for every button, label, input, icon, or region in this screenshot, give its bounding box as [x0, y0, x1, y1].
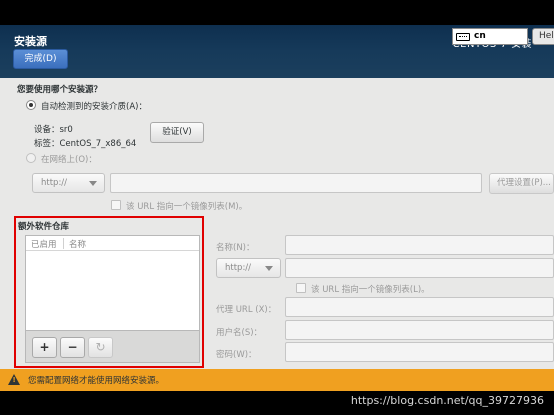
repo-toolbar: + − ↻ — [25, 331, 200, 363]
password-input[interactable] — [285, 342, 554, 362]
reset-repo-button[interactable]: ↻ — [88, 337, 113, 358]
proxy-url-input[interactable] — [285, 297, 554, 317]
username-input[interactable] — [285, 320, 554, 340]
remove-repo-button[interactable]: − — [60, 337, 85, 358]
warning-icon — [8, 374, 20, 385]
url-input[interactable] — [110, 173, 482, 193]
protocol-value: http:// — [41, 178, 68, 188]
repo-name-label: 名称(N)： — [216, 243, 255, 253]
repos-heading: 额外软件仓库 — [18, 222, 70, 232]
keyboard-icon — [456, 33, 470, 41]
chevron-down-icon — [265, 266, 273, 271]
watermark-text: https://blog.csdn.net/qq_39727936 — [350, 394, 544, 407]
keyboard-layout-label: cn — [474, 31, 486, 41]
top-black-strip — [0, 0, 554, 25]
repo-protocol-combo[interactable]: http:// — [216, 258, 281, 278]
col-name[interactable]: 名称 — [69, 238, 86, 250]
chevron-down-icon — [89, 181, 97, 186]
network-label: 在网络上(O)： — [41, 155, 97, 165]
warning-message: 您需配置网络才能使用网络安装源。 — [28, 376, 165, 386]
source-question: 您要使用哪个安装源？ — [17, 85, 103, 95]
proxy-settings-button[interactable]: 代理设置(P)... — [489, 173, 554, 194]
column-divider — [63, 238, 64, 249]
device-label: 设备：sr0 — [34, 125, 73, 135]
username-label: 用户名(S)： — [216, 328, 263, 338]
verify-button[interactable]: 验证(V) — [150, 122, 204, 143]
repo-list-header: 已启用 名称 — [26, 236, 199, 251]
auto-detect-radio[interactable] — [26, 100, 36, 110]
mirrorlist-label: 该 URL 指向一个镜像列表(M)。 — [126, 202, 248, 212]
auto-detect-label: 自动检测到的安装介质(A)： — [41, 102, 147, 112]
protocol-combo[interactable]: http:// — [32, 173, 105, 193]
add-repo-button[interactable]: + — [32, 337, 57, 358]
repo-name-input[interactable] — [285, 235, 554, 255]
page-title: 安装源 — [14, 35, 47, 48]
warning-bar[interactable]: 您需配置网络才能使用网络安装源。 — [0, 369, 554, 391]
done-button[interactable]: 完成(D) — [13, 49, 68, 69]
col-enabled[interactable]: 已启用 — [31, 238, 57, 250]
network-radio[interactable] — [26, 153, 36, 163]
help-button[interactable]: Hel — [532, 28, 554, 45]
installer-window: 安装源 完成(D) CENTOS 7 安装 cn Hel 您要使用哪个安装源？ … — [0, 0, 554, 415]
repo-mirrorlist-checkbox[interactable] — [296, 283, 306, 293]
mirrorlist-checkbox[interactable] — [111, 200, 121, 210]
repo-mirrorlist-label: 该 URL 指向一个镜像列表(L)。 — [311, 285, 430, 295]
proxy-url-label: 代理 URL (X)： — [216, 305, 277, 315]
repo-url-input[interactable] — [285, 258, 554, 278]
keyboard-layout-indicator[interactable]: cn — [452, 28, 528, 45]
tag-label: 标签：CentOS_7_x86_64 — [34, 139, 137, 149]
repo-list[interactable]: 已启用 名称 — [25, 235, 200, 331]
repo-protocol-value: http:// — [225, 263, 252, 273]
password-label: 密码(W)： — [216, 350, 257, 360]
